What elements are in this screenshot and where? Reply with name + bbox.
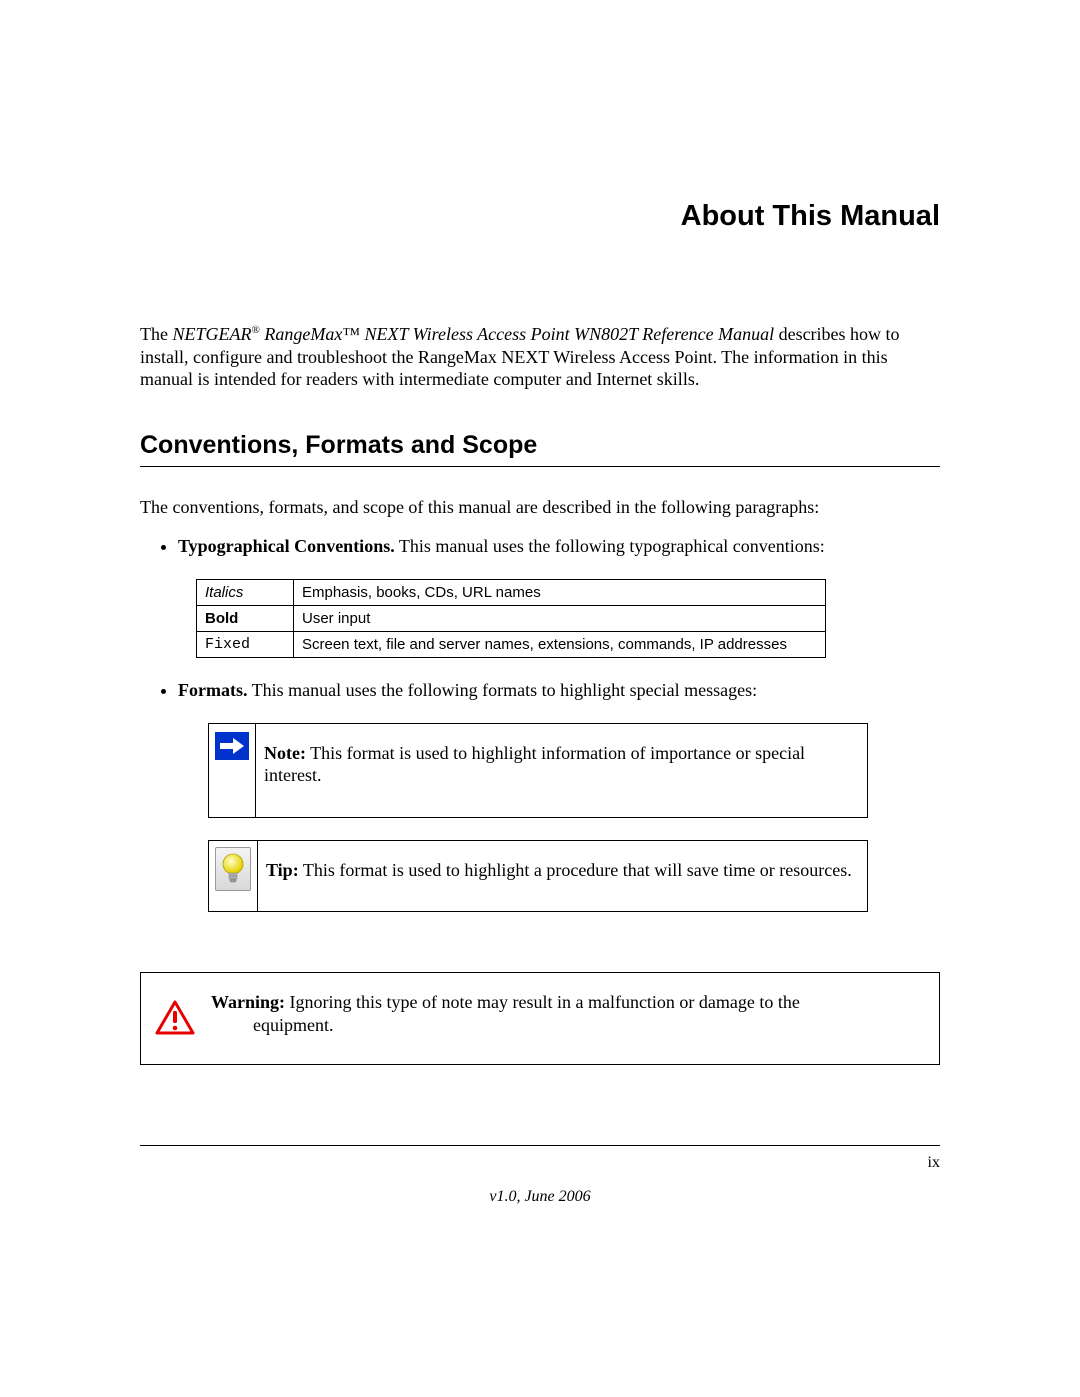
table-row: Italics Emphasis, books, CDs, URL names bbox=[197, 579, 826, 605]
note-text: This format is used to highlight informa… bbox=[264, 743, 805, 786]
warning-label: Warning: bbox=[211, 992, 285, 1012]
tip-text: This format is used to highlight a proce… bbox=[299, 860, 852, 880]
intro-brand-pre: NETGEAR bbox=[172, 324, 251, 344]
note-icon-cell bbox=[209, 724, 256, 817]
intro-brand-post: RangeMax™ NEXT Wireless Access Point WN8… bbox=[260, 324, 774, 344]
warning-text-cell: Warning: Ignoring this type of note may … bbox=[203, 973, 939, 1064]
bullet1-text: This manual uses the following typograph… bbox=[395, 536, 825, 556]
conv-key-fixed: Fixed bbox=[197, 631, 294, 657]
page-number: ix bbox=[140, 1154, 940, 1172]
arrow-icon bbox=[215, 732, 249, 760]
bullet-formats: Formats. This manual uses the following … bbox=[178, 680, 940, 913]
tip-text-cell: Tip: This format is used to highlight a … bbox=[258, 841, 867, 912]
section-rule bbox=[140, 466, 940, 467]
footer-rule bbox=[140, 1145, 940, 1146]
conv-desc-italics: Emphasis, books, CDs, URL names bbox=[294, 579, 826, 605]
lightbulb-icon bbox=[215, 847, 251, 891]
table-row: Fixed Screen text, file and server names… bbox=[197, 631, 826, 657]
intro-paragraph: The NETGEAR® RangeMax™ NEXT Wireless Acc… bbox=[140, 323, 940, 391]
bullet-typographical: Typographical Conventions. This manual u… bbox=[178, 536, 940, 658]
conv-key-bold: Bold bbox=[197, 605, 294, 631]
bullet2-label: Formats. bbox=[178, 680, 247, 700]
warning-box: Warning: Ignoring this type of note may … bbox=[140, 972, 940, 1065]
version-line: v1.0, June 2006 bbox=[140, 1188, 940, 1206]
warning-text: Ignoring this type of note may result in… bbox=[285, 992, 800, 1012]
document-page: About This Manual The NETGEAR® RangeMax™… bbox=[0, 0, 1080, 1266]
page-title: About This Manual bbox=[140, 200, 940, 233]
note-box: Note: This format is used to highlight i… bbox=[208, 723, 868, 818]
tip-label: Tip: bbox=[266, 860, 299, 880]
note-text-cell: Note: This format is used to highlight i… bbox=[256, 724, 867, 817]
bullet1-label: Typographical Conventions. bbox=[178, 536, 395, 556]
bullet2-text: This manual uses the following formats t… bbox=[247, 680, 757, 700]
warning-text-line2: equipment. bbox=[211, 1014, 909, 1037]
warning-triangle-icon bbox=[155, 1000, 195, 1036]
bullet-list: Typographical Conventions. This manual u… bbox=[140, 536, 940, 913]
warning-icon-cell bbox=[141, 973, 203, 1064]
intro-prefix: The bbox=[140, 324, 172, 344]
tip-icon-cell bbox=[209, 841, 258, 912]
conv-desc-bold: User input bbox=[294, 605, 826, 631]
registered-symbol: ® bbox=[251, 324, 259, 336]
table-row: Bold User input bbox=[197, 605, 826, 631]
conv-desc-fixed: Screen text, file and server names, exte… bbox=[294, 631, 826, 657]
conv-key-italics: Italics bbox=[197, 579, 294, 605]
note-label: Note: bbox=[264, 743, 306, 763]
section-heading: Conventions, Formats and Scope bbox=[140, 431, 940, 460]
conventions-table: Italics Emphasis, books, CDs, URL names … bbox=[196, 579, 826, 658]
section-intro: The conventions, formats, and scope of t… bbox=[140, 497, 940, 518]
tip-box: Tip: This format is used to highlight a … bbox=[208, 840, 868, 913]
